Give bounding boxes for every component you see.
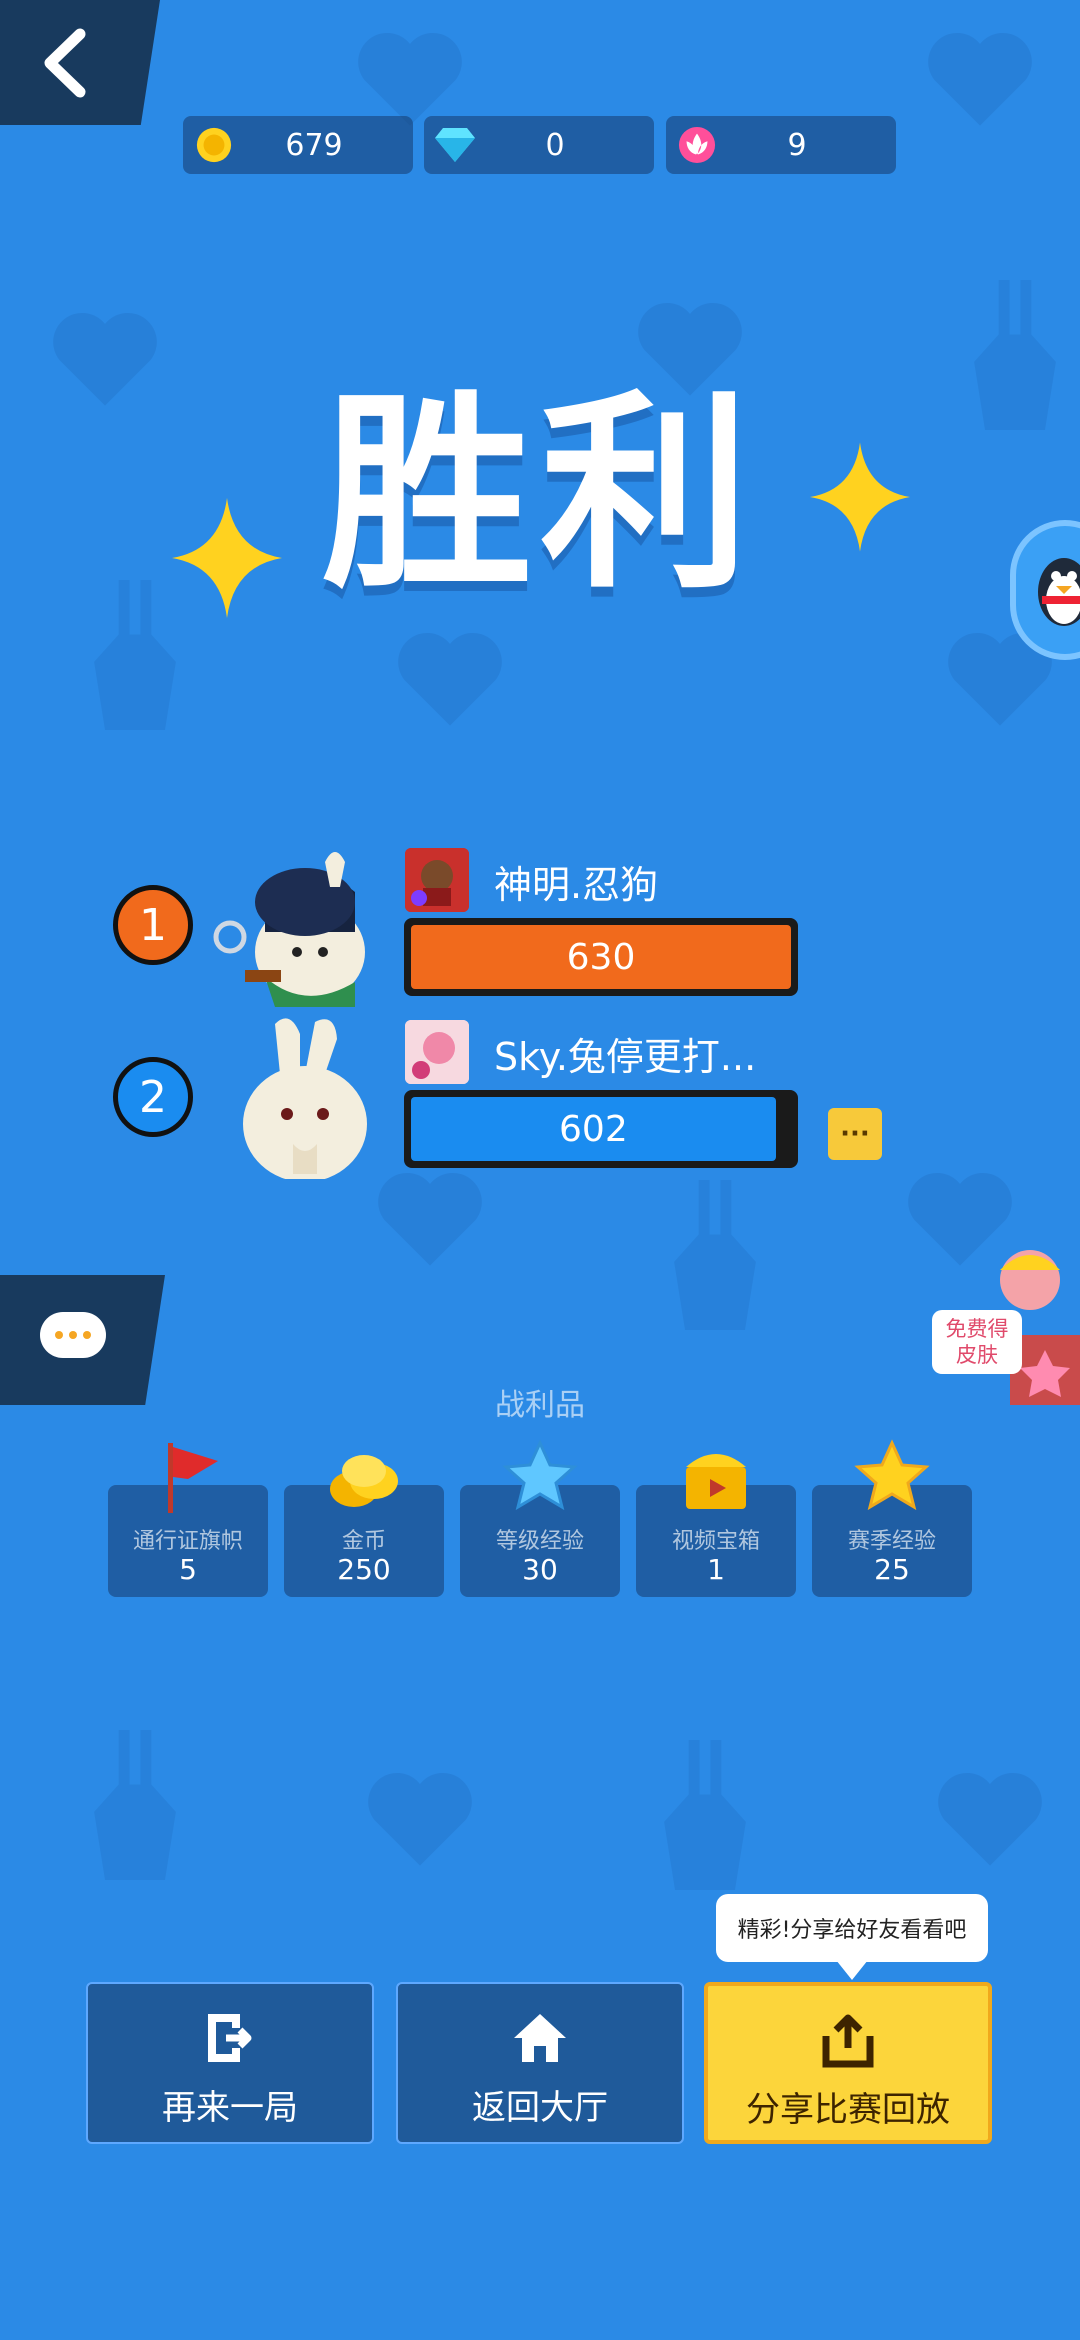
share-replay-label: 分享比赛回放 [746, 2090, 950, 2130]
lotus-icon [676, 124, 718, 166]
video-chest-icon [686, 1454, 746, 1509]
lotus-amount: 9 [787, 127, 807, 163]
play-again-button[interactable]: 再来一局 [86, 1982, 374, 2144]
gold-coin-icon [193, 124, 235, 166]
free-skin-tag: 免费得 皮肤 [932, 1310, 1022, 1374]
more-options-button[interactable]: ··· [828, 1108, 882, 1160]
penguin-icon [1038, 558, 1080, 626]
loot-value: 5 [179, 1553, 197, 1586]
promo-line-1: 免费得 [945, 1317, 1009, 1341]
share-tooltip: 精彩!分享给好友看看吧 [716, 1894, 988, 1980]
loot-label: 赛季经验 [847, 1529, 936, 1554]
share-upload-icon [822, 2014, 874, 2068]
player-row-1: 1 神明.忍狗 630 [0, 842, 1080, 1007]
currency-lotus: 9 [666, 116, 896, 174]
player-frame-avatar [405, 1020, 469, 1084]
player-name: Sky.兔停更打... [494, 1035, 757, 1079]
loot-label: 金币 [341, 1529, 386, 1554]
loot-value: 30 [522, 1553, 558, 1586]
rank-badge: 2 [113, 1057, 193, 1137]
home-icon [514, 2014, 566, 2062]
loot-item-coins: 金币 250 [284, 1455, 444, 1597]
rank-badge: 1 [113, 885, 193, 965]
loot-item-level-exp: 等级经验 30 [460, 1439, 620, 1597]
chevron-left-icon [44, 28, 86, 97]
loot-title: 战利品 [495, 1388, 585, 1423]
loot-item-video-chest: 视频宝箱 1 [636, 1454, 796, 1597]
gold-amount: 679 [285, 127, 343, 163]
diamond-amount: 0 [545, 127, 565, 163]
play-again-label: 再来一局 [162, 2088, 298, 2128]
red-flag-icon [168, 1443, 218, 1513]
loot-value: 25 [874, 1553, 910, 1586]
gold-coins-icon [330, 1455, 398, 1507]
back-button[interactable] [0, 0, 160, 125]
gold-star-icon [854, 1439, 930, 1511]
result-title: 胜利 [321, 372, 758, 617]
loot-value: 250 [337, 1553, 391, 1586]
return-lobby-button[interactable]: 返回大厅 [396, 1982, 684, 2144]
currency-gold: 679 [183, 116, 413, 174]
white-bunny-avatar [243, 1018, 367, 1179]
player-row-2: 2 Sky.兔停更打... 602 ··· [0, 1014, 1080, 1179]
blue-star-icon [502, 1439, 578, 1511]
return-lobby-label: 返回大厅 [472, 2088, 608, 2128]
loot-item-pass-flag: 通行证旗帜 5 [108, 1443, 268, 1597]
score-bar: 602 [404, 1090, 798, 1168]
share-replay-button[interactable]: 分享比赛回放 [704, 1982, 992, 2144]
promo-line-2: 皮肤 [956, 1343, 998, 1367]
score-bar: 630 [404, 918, 798, 996]
currency-diamond: 0 [424, 116, 654, 174]
loot-value: 1 [707, 1553, 725, 1586]
loot-label: 通行证旗帜 [132, 1529, 243, 1554]
loot-item-season-exp: 赛季经验 25 [812, 1439, 972, 1597]
chat-bubble-icon [40, 1312, 106, 1358]
sparkle-right-icon [810, 442, 910, 552]
player-frame-avatar [405, 848, 469, 912]
loot-label: 视频宝箱 [671, 1529, 760, 1554]
loot-label: 等级经验 [495, 1529, 584, 1554]
exit-arrow-icon [208, 2014, 252, 2062]
diamond-icon [434, 124, 476, 166]
score-value: 630 [411, 925, 791, 989]
player-name: 神明.忍狗 [494, 863, 659, 907]
score-value: 602 [411, 1097, 776, 1161]
bunny-detective-avatar [213, 852, 365, 1007]
